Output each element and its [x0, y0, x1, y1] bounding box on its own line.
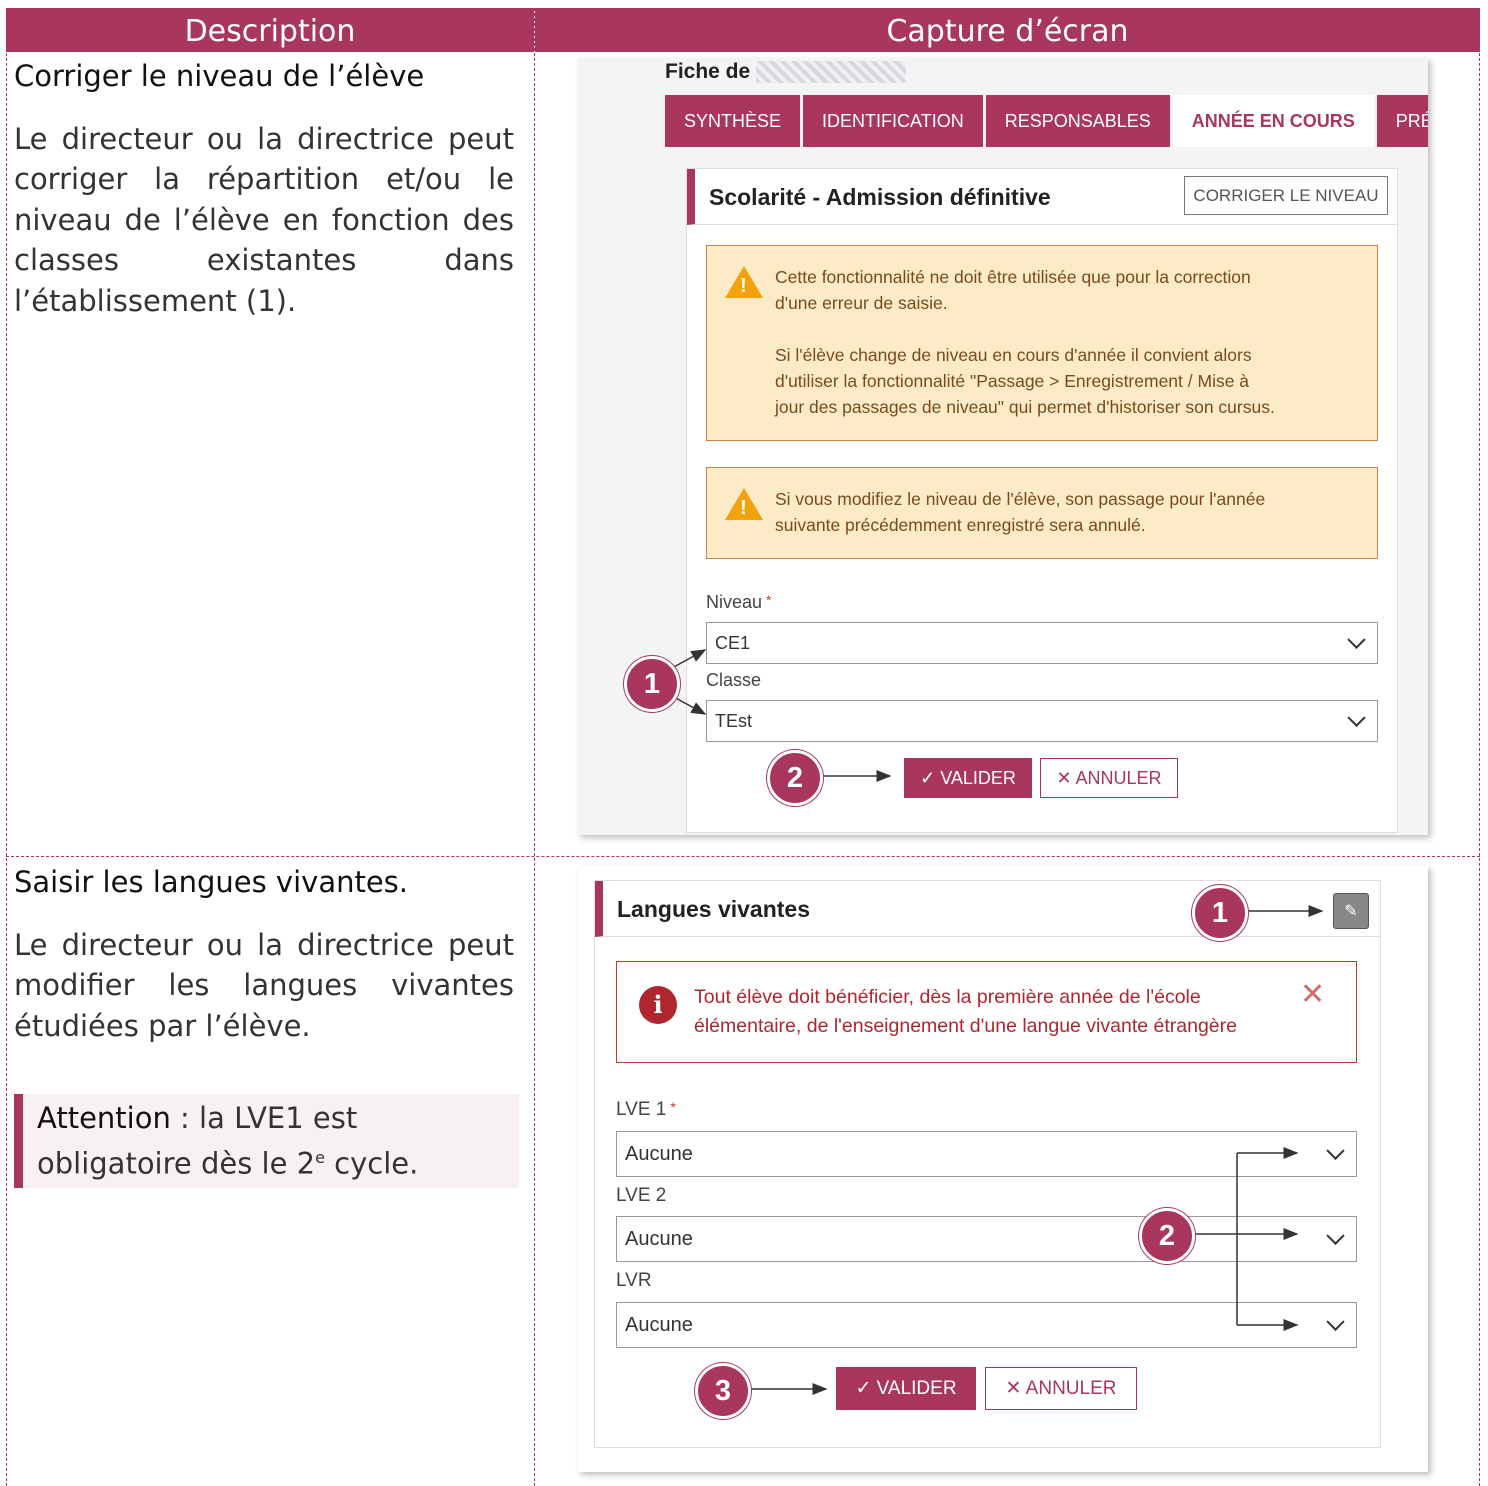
step-badge-2: 2	[767, 750, 823, 806]
step-badge-1: 1	[1192, 885, 1248, 941]
step-badge-1: 1	[624, 656, 680, 712]
step-badge-2: 2	[1139, 1208, 1195, 1264]
arrow-to-niveau	[671, 649, 707, 669]
annotation-arrows	[671, 649, 1324, 1395]
arrow-to-classe	[671, 695, 707, 715]
step-badge-3: 3	[695, 1363, 751, 1419]
